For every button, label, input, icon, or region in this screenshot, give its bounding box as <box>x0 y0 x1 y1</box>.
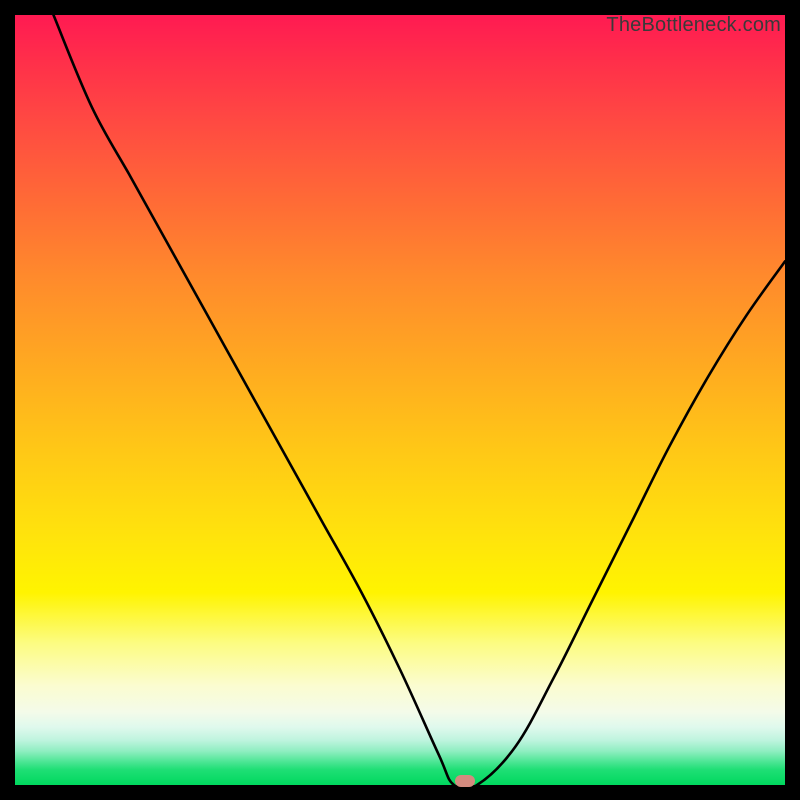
chart-frame: TheBottleneck.com <box>0 0 800 800</box>
bottleneck-curve <box>15 15 785 785</box>
bottleneck-marker <box>455 775 475 787</box>
plot-area: TheBottleneck.com <box>15 15 785 785</box>
